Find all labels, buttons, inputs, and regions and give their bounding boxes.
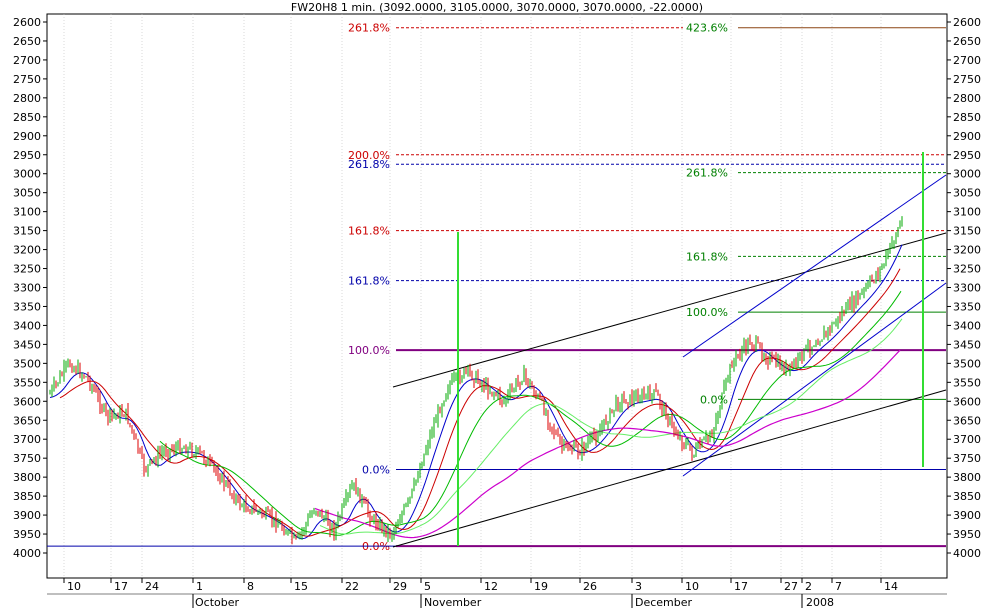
y-tick-label-right: 3350	[953, 300, 981, 313]
month-label: October	[195, 596, 239, 608]
y-tick-label-right: 3750	[953, 452, 981, 465]
plot-area	[46, 13, 948, 579]
y-tick-label-right: 3100	[953, 206, 981, 219]
y-tick-label-right: 3650	[953, 414, 981, 427]
y-tick-label-right: 3250	[953, 263, 981, 276]
y-tick-label-left: 3950	[13, 528, 41, 541]
y-tick-label-left: 4000	[13, 547, 41, 560]
y-tick-label-left: 3700	[13, 433, 41, 446]
y-tick-label-left: 3600	[13, 395, 41, 408]
y-tick-label-right: 2600	[953, 16, 981, 29]
x-tick-label: 5	[424, 580, 431, 593]
y-tick-label-left: 3050	[13, 187, 41, 200]
y-tick-label-left: 3800	[13, 471, 41, 484]
y-tick-label-left: 2700	[13, 54, 41, 67]
y-tick-label-right: 2950	[953, 149, 981, 162]
y-tick-label-right: 3200	[953, 244, 981, 257]
fib-level-label: 261.8%	[686, 167, 728, 180]
month-label: 2008	[806, 596, 834, 608]
y-tick-label-right: 2750	[953, 73, 981, 86]
y-tick-label-left: 3150	[13, 225, 41, 238]
y-tick-label-left: 2950	[13, 149, 41, 162]
y-tick-label-left: 3750	[13, 452, 41, 465]
fib-level-label: 0.0%	[700, 393, 728, 406]
fib-level-label: 100.0%	[686, 306, 728, 319]
x-tick-label: 14	[884, 580, 898, 593]
y-tick-label-right: 3300	[953, 282, 981, 295]
y-tick-label-left: 2900	[13, 130, 41, 143]
fib-level-label: 261.8%	[348, 22, 390, 35]
x-tick-label: 10	[685, 580, 699, 593]
fib-level-label: 161.8%	[686, 250, 728, 263]
chart-container: 261.8% 423.6% 200.0% 261.8% 261.8% 161.8% 161.…	[0, 0, 994, 609]
y-tick-label-left: 3100	[13, 206, 41, 219]
y-tick-label-left: 2850	[13, 111, 41, 124]
y-tick-label-left: 2600	[13, 16, 41, 29]
x-tick-label: 8	[247, 580, 254, 593]
x-tick-label: 10	[67, 580, 81, 593]
y-tick-label-left: 3850	[13, 490, 41, 503]
chart-title: FW20H8 1 min. (3092.0000, 3105.0000, 307…	[291, 1, 703, 14]
month-label: December	[635, 596, 693, 608]
y-tick-label-right: 3050	[953, 187, 981, 200]
x-tick-label: 27	[784, 580, 798, 593]
y-tick-label-right: 3800	[953, 471, 981, 484]
fib-level-label: 161.8%	[348, 275, 390, 288]
y-tick-label-right: 3500	[953, 357, 981, 370]
x-tick-label: 2	[805, 580, 812, 593]
y-tick-label-left: 3250	[13, 263, 41, 276]
x-tick-label: 22	[345, 580, 359, 593]
y-tick-label-left: 3550	[13, 376, 41, 389]
fib-level-label: 261.8%	[348, 158, 390, 171]
y-tick-label-right: 2700	[953, 54, 981, 67]
y-tick-label-left: 3300	[13, 282, 41, 295]
x-tick-label: 3	[635, 580, 642, 593]
y-tick-label-right: 3700	[953, 433, 981, 446]
y-tick-label-right: 3900	[953, 509, 981, 522]
month-label: November	[424, 596, 482, 608]
y-tick-label-right: 2900	[953, 130, 981, 143]
y-tick-label-right: 3850	[953, 490, 981, 503]
x-tick-label: 24	[145, 580, 159, 593]
x-tick-label: 29	[393, 580, 407, 593]
y-tick-label-left: 3450	[13, 338, 41, 351]
fib-level-label: 423.6%	[686, 22, 728, 35]
x-tick-label: 19	[534, 580, 548, 593]
y-tick-label-left: 3000	[13, 168, 41, 181]
y-tick-label-right: 3450	[953, 338, 981, 351]
y-tick-label-right: 2650	[953, 35, 981, 48]
y-tick-label-left: 2750	[13, 73, 41, 86]
y-tick-label-right: 3600	[953, 395, 981, 408]
y-tick-label-right: 3400	[953, 319, 981, 332]
y-tick-label-left: 3900	[13, 509, 41, 522]
x-tick-label: 26	[583, 580, 597, 593]
y-tick-label-right: 4000	[953, 547, 981, 560]
price-chart: 261.8% 423.6%200.0%261.8%261.8%161.8%161.…	[0, 0, 994, 609]
x-tick-label: 1	[196, 580, 203, 593]
x-tick-label: 12	[484, 580, 498, 593]
y-tick-label-left: 3400	[13, 319, 41, 332]
y-tick-label-right: 2850	[953, 111, 981, 124]
x-tick-label: 15	[294, 580, 308, 593]
fib-level-label: 161.8%	[348, 225, 390, 238]
y-tick-label-left: 3200	[13, 244, 41, 257]
y-tick-label-right: 3000	[953, 168, 981, 181]
y-tick-label-left: 2800	[13, 92, 41, 105]
y-tick-label-right: 3150	[953, 225, 981, 238]
y-tick-label-right: 3550	[953, 376, 981, 389]
x-tick-label: 7	[835, 580, 842, 593]
y-tick-label-left: 3650	[13, 414, 41, 427]
y-tick-label-right: 2800	[953, 92, 981, 105]
x-tick-label: 17	[114, 580, 128, 593]
y-tick-label-left: 3350	[13, 300, 41, 313]
x-tick-label: 17	[734, 580, 748, 593]
y-tick-label-right: 3950	[953, 528, 981, 541]
y-tick-label-left: 3500	[13, 357, 41, 370]
y-tick-label-left: 2650	[13, 35, 41, 48]
fib-level-label: 0.0%	[362, 464, 390, 477]
fib-level-label: 100.0%	[348, 344, 390, 357]
